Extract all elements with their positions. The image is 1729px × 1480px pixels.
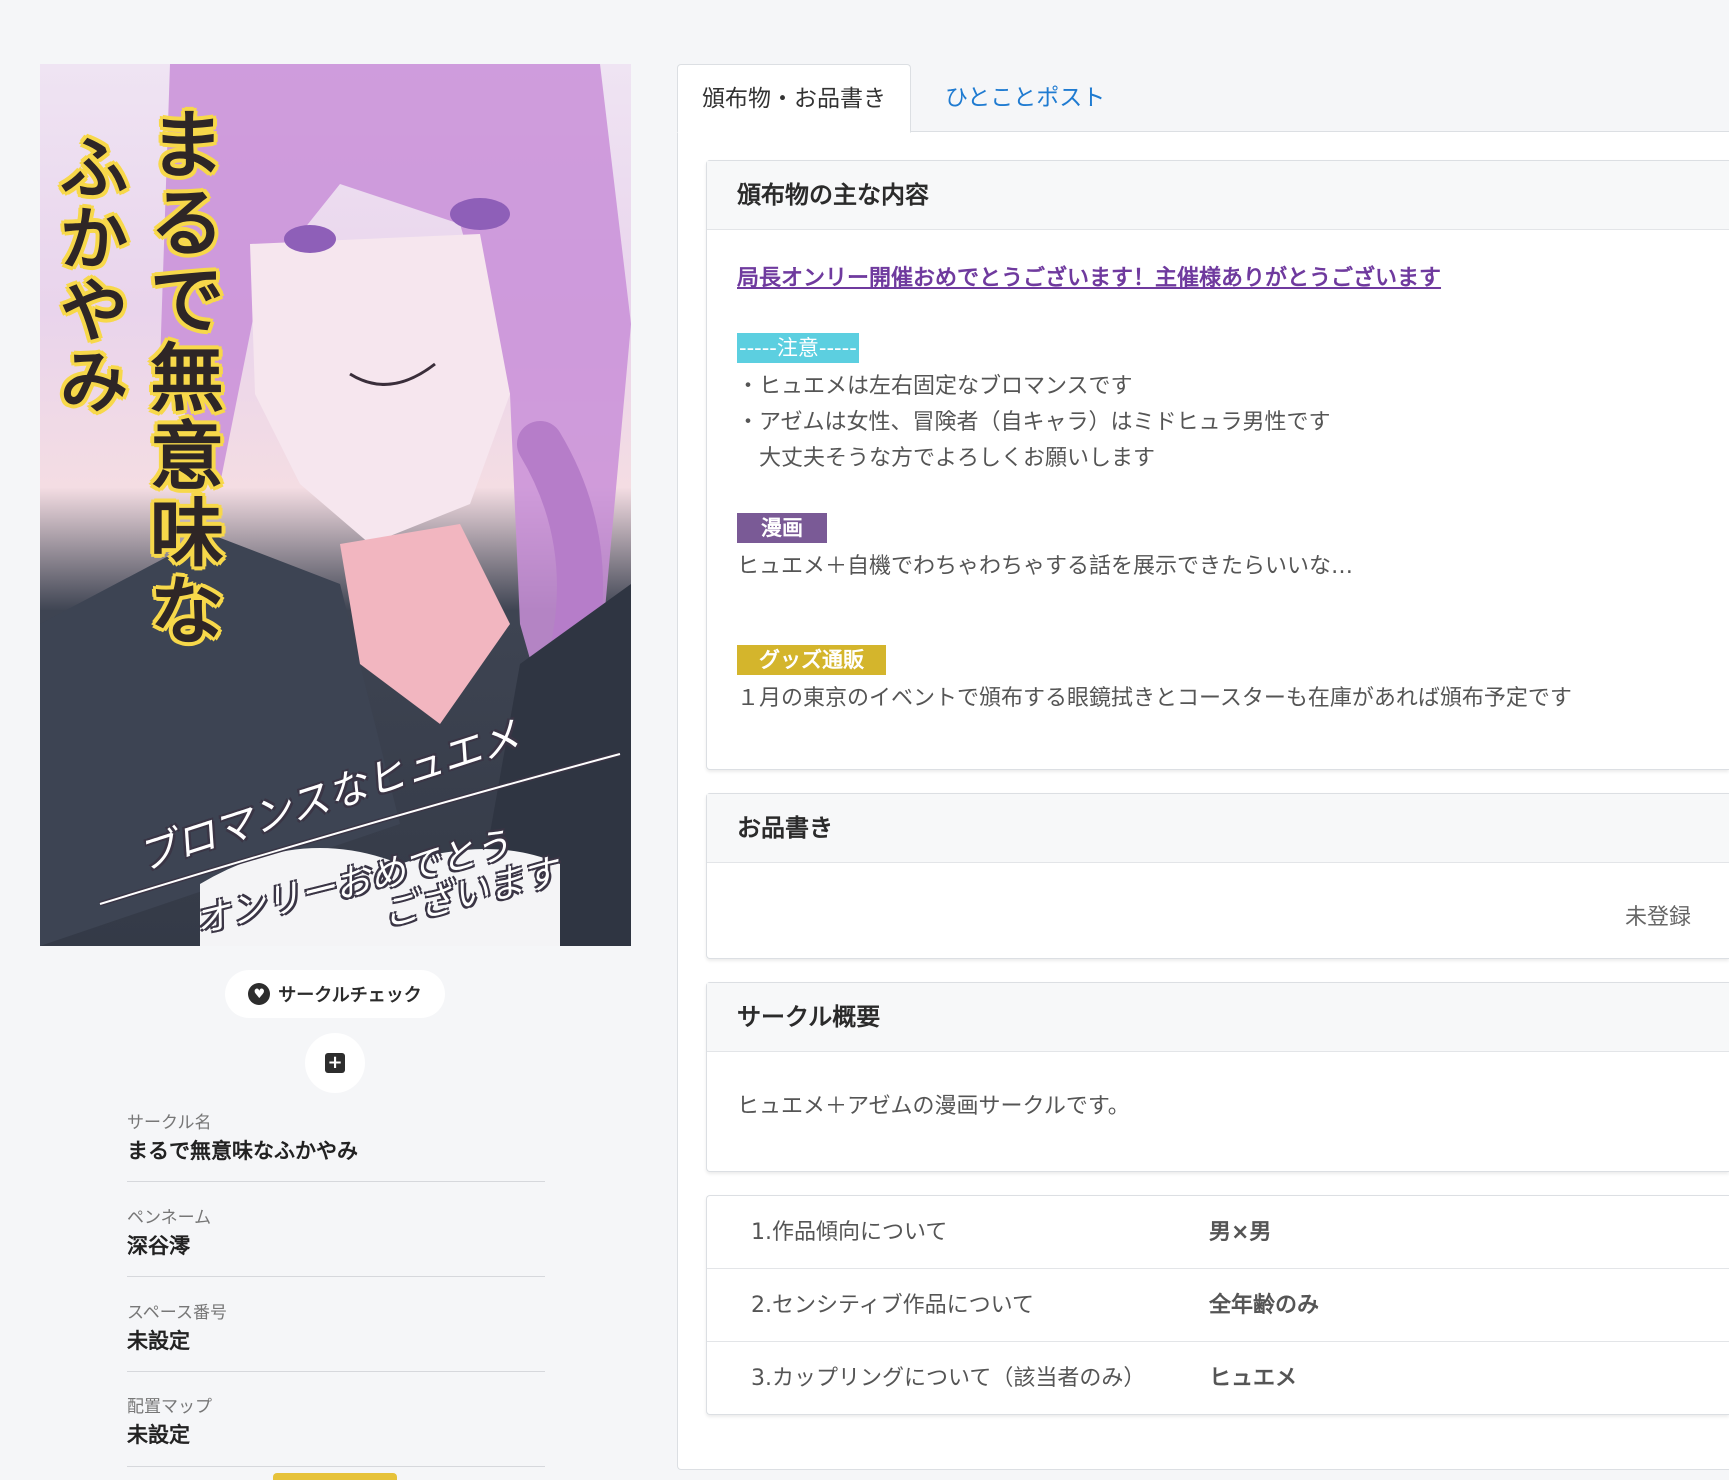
card-title: サークル概要 bbox=[707, 983, 1729, 1052]
info-value: まるで無意味なふかやみ bbox=[127, 1139, 358, 1163]
question-text: 1.作品傾向について bbox=[751, 1220, 948, 1245]
add-button[interactable]: + bbox=[305, 1033, 365, 1093]
circle-cover-image: ま る で 無 意 味 な ふ か や み ブロマンスなヒュエメ オンリーおめで… bbox=[40, 64, 631, 946]
table-row: 1.作品傾向について 男×男 bbox=[707, 1196, 1729, 1269]
plus-square-icon: + bbox=[325, 1053, 345, 1073]
question-table: 1.作品傾向について 男×男 2.センシティブ作品について 全年齢のみ 3.カッ… bbox=[706, 1195, 1729, 1415]
info-value: 未設定 bbox=[127, 1423, 190, 1447]
goods-chip: グッズ通販 bbox=[737, 645, 886, 675]
manga-text: ヒュエメ＋自機でわちゃわちゃする話を展示できたらいいな… bbox=[737, 554, 1354, 579]
cover-title-column-sub: ふ か や み bbox=[60, 130, 129, 424]
tab-bar: 頒布物・お品書き bbox=[677, 64, 1729, 133]
notice-line: 大丈夫そうな方でよろしくお願いします bbox=[737, 446, 1156, 471]
info-label: スペース番号 bbox=[127, 1303, 227, 1323]
notice-line: ・アゼムは女性、冒険者（自キャラ）はミドヒュラ男性です bbox=[737, 410, 1331, 435]
tab-hitokoto-post-label[interactable]: ひとことポスト bbox=[921, 64, 1129, 132]
info-label: 配置マップ bbox=[127, 1397, 212, 1417]
empty-menu-text: 未登録 bbox=[1624, 905, 1691, 930]
answer-text: 全年齢のみ bbox=[1209, 1293, 1320, 1318]
menu-card: お品書き 未登録 bbox=[706, 793, 1729, 959]
announcement-link[interactable]: 局長オンリー開催おめでとうございます！主催様ありがとうございます bbox=[737, 260, 1441, 292]
answer-text: ヒュエメ bbox=[1209, 1366, 1298, 1391]
next-button-edge[interactable] bbox=[273, 1473, 397, 1480]
circle-summary-card: サークル概要 ヒュエメ＋アゼムの漫画サークルです。 bbox=[706, 982, 1729, 1172]
circle-check-label: サークルチェック bbox=[278, 985, 422, 1006]
notice-chip: -----注意----- bbox=[737, 333, 859, 363]
table-row: 3.カップリングについて（該当者のみ） ヒュエメ bbox=[707, 1342, 1729, 1415]
goods-text: １月の東京のイベントで頒布する眼鏡拭きとコースターも在庫があれば頒布予定です bbox=[737, 686, 1572, 711]
info-layout-map: 配置マップ 未設定 bbox=[127, 1396, 545, 1467]
info-value: 未設定 bbox=[127, 1329, 190, 1353]
heart-icon: ♥ bbox=[248, 983, 271, 1005]
info-label: ペンネーム bbox=[127, 1208, 212, 1228]
answer-text: 男×男 bbox=[1209, 1220, 1272, 1245]
question-text: 3.カップリングについて（該当者のみ） bbox=[751, 1366, 1146, 1391]
info-circle-name: サークル名 まるで無意味なふかやみ bbox=[127, 1112, 545, 1182]
notice-line: ・ヒュエメは左右固定なブロマンスです bbox=[737, 374, 1133, 399]
tab-hitokoto-post[interactable] bbox=[1598, 64, 1646, 132]
info-pen-name: ペンネーム 深谷澪 bbox=[127, 1207, 545, 1277]
contents-card: 頒布物の主な内容 局長オンリー開催おめでとうございます！主催様ありがとうございま… bbox=[706, 160, 1729, 770]
tab-distribution[interactable]: 頒布物・お品書き bbox=[677, 64, 911, 133]
info-value: 深谷澪 bbox=[127, 1234, 190, 1258]
cover-title-column-main: ま る で 無 意 味 な bbox=[150, 103, 224, 656]
card-title: 頒布物の主な内容 bbox=[707, 161, 1729, 230]
table-row: 2.センシティブ作品について 全年齢のみ bbox=[707, 1269, 1729, 1342]
summary-text: ヒュエメ＋アゼムの漫画サークルです。 bbox=[737, 1094, 1130, 1119]
info-label: サークル名 bbox=[127, 1113, 212, 1133]
question-text: 2.センシティブ作品について bbox=[751, 1293, 1035, 1318]
card-title: お品書き bbox=[707, 794, 1729, 863]
manga-chip: 漫画 bbox=[737, 513, 827, 543]
info-space-number: スペース番号 未設定 bbox=[127, 1302, 545, 1372]
circle-check-button[interactable]: ♥ サークルチェック bbox=[225, 970, 445, 1018]
